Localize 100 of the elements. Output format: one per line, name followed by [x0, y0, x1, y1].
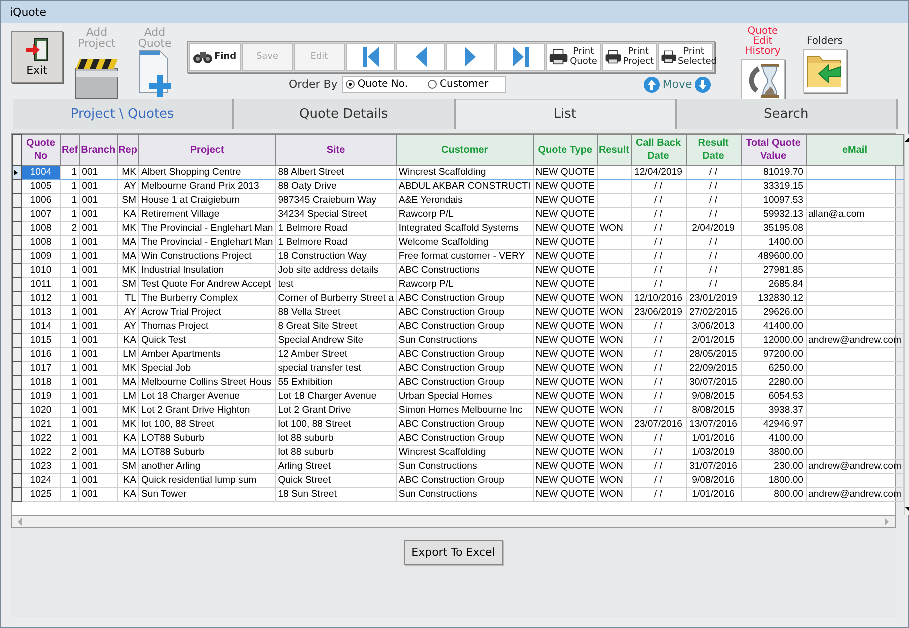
row-header[interactable]: [12, 460, 22, 474]
table-cell: andrew@andrew.com: [806, 460, 904, 474]
column-header[interactable]: Quote No: [22, 134, 60, 166]
table-cell: / /: [631, 376, 686, 390]
row-header[interactable]: [12, 488, 22, 502]
print-button[interactable]: Print Project: [602, 43, 657, 71]
table-cell: 29626.00: [741, 306, 806, 320]
table-cell: 1: [60, 194, 80, 208]
row-header[interactable]: [12, 292, 22, 306]
table-cell: Test Quote For Andrew Accept: [138, 278, 276, 292]
table-cell: 1017: [22, 362, 60, 376]
next-record-button[interactable]: [446, 43, 495, 71]
previous-record-button[interactable]: [396, 43, 445, 71]
row-header[interactable]: [12, 320, 22, 334]
column-header[interactable]: Ref: [60, 134, 80, 166]
table-cell: andrew@andrew.com: [806, 334, 904, 348]
table-cell: lot 88 suburb: [276, 432, 396, 446]
row-header[interactable]: [12, 474, 22, 488]
table-cell: 2/04/2019: [686, 222, 742, 236]
row-header[interactable]: [12, 194, 22, 208]
table-cell: [597, 264, 632, 278]
row-header[interactable]: [12, 250, 22, 264]
last-record-button[interactable]: [496, 43, 545, 71]
row-header[interactable]: [12, 222, 22, 236]
column-header[interactable]: Branch: [80, 134, 118, 166]
table-cell: AY: [117, 180, 139, 194]
table-cell: 1020: [22, 404, 60, 418]
table-cell: Win Constructions Project: [138, 250, 276, 264]
table-cell: 1008: [22, 236, 60, 250]
table-cell: 001: [80, 166, 118, 180]
row-header[interactable]: [12, 362, 22, 376]
table-cell: Retirement Village: [138, 208, 276, 222]
horizontal-scrollbar[interactable]: [11, 516, 896, 528]
find-button[interactable]: Find: [189, 43, 241, 71]
table-cell: 59932.13: [741, 208, 806, 222]
table-cell: ABC Construction Group: [396, 320, 534, 334]
table-cell: 001: [80, 222, 118, 236]
print-button[interactable]: Print Quote: [546, 43, 601, 71]
row-header[interactable]: [12, 348, 22, 362]
column-header[interactable]: Site: [276, 134, 396, 166]
table-cell: 1008: [22, 222, 60, 236]
table-cell: 2685.84: [741, 278, 806, 292]
table-cell: 9/08/2015: [686, 390, 742, 404]
table-cell: / /: [631, 222, 686, 236]
row-pointer-icon: [14, 170, 18, 176]
move-down-button[interactable]: [695, 76, 712, 92]
table-cell: lot 100, 88 Street: [138, 418, 276, 432]
table-cell: Wincrest Scaffolding: [396, 446, 534, 460]
exit-button[interactable]: Exit: [11, 31, 63, 83]
row-header[interactable]: [12, 180, 22, 194]
table-cell: / /: [631, 474, 686, 488]
table-cell: WON: [597, 320, 632, 334]
table-cell: MA: [117, 250, 139, 264]
row-header[interactable]: [12, 236, 22, 250]
tab[interactable]: Project \ Quotes: [13, 99, 234, 129]
order-radio[interactable]: Quote No.: [342, 79, 411, 90]
column-header[interactable]: Total Quote Value: [741, 134, 806, 166]
row-header[interactable]: [12, 432, 22, 446]
row-header[interactable]: [12, 278, 22, 292]
row-header[interactable]: [12, 418, 22, 432]
table-cell: 001: [80, 362, 118, 376]
table-cell: andrew@andrew.com: [806, 488, 904, 502]
row-header[interactable]: [12, 446, 22, 460]
row-header[interactable]: [12, 334, 22, 348]
table-cell: 2: [60, 446, 80, 460]
table-cell: 1: [60, 166, 80, 180]
table-cell: [597, 278, 632, 292]
move-up-button[interactable]: [644, 76, 660, 92]
table-cell: 1/01/2016: [686, 488, 742, 502]
radio-circle[interactable]: [346, 80, 355, 89]
previous-triangle-icon: [414, 45, 428, 69]
tab[interactable]: Search: [676, 99, 898, 129]
first-record-button[interactable]: [346, 43, 395, 71]
column-header[interactable]: Rep: [117, 134, 139, 166]
row-header[interactable]: [12, 264, 22, 278]
tab[interactable]: List: [456, 99, 677, 129]
table-cell: 12/10/2016: [631, 292, 686, 306]
row-header[interactable]: [12, 306, 22, 320]
table-cell: 230.00: [741, 460, 806, 474]
row-header[interactable]: [12, 166, 22, 180]
folders-label: Folders: [806, 37, 844, 47]
table-cell: 88 Oaty Drive: [276, 180, 396, 194]
table-cell: 001: [80, 292, 118, 306]
column-header[interactable]: Project: [138, 134, 276, 166]
table-cell: / /: [631, 180, 686, 194]
row-header[interactable]: [12, 208, 22, 222]
table-cell: KA: [117, 432, 139, 446]
row-header[interactable]: [12, 376, 22, 390]
row-header[interactable]: [12, 390, 22, 404]
table-cell: 001: [80, 334, 118, 348]
tab[interactable]: Quote Details: [234, 99, 456, 129]
row-header[interactable]: [12, 404, 22, 418]
radio-circle[interactable]: [428, 80, 437, 89]
folders-button[interactable]: [803, 49, 847, 93]
order-radio[interactable]: Customer: [425, 79, 492, 90]
table-cell: WON: [597, 474, 632, 488]
table-cell: MK: [117, 166, 139, 180]
table-cell: Arling Street: [276, 460, 396, 474]
table-cell: A&E Yerondais: [396, 194, 534, 208]
export-to-excel-button[interactable]: Export To Excel: [404, 540, 504, 565]
